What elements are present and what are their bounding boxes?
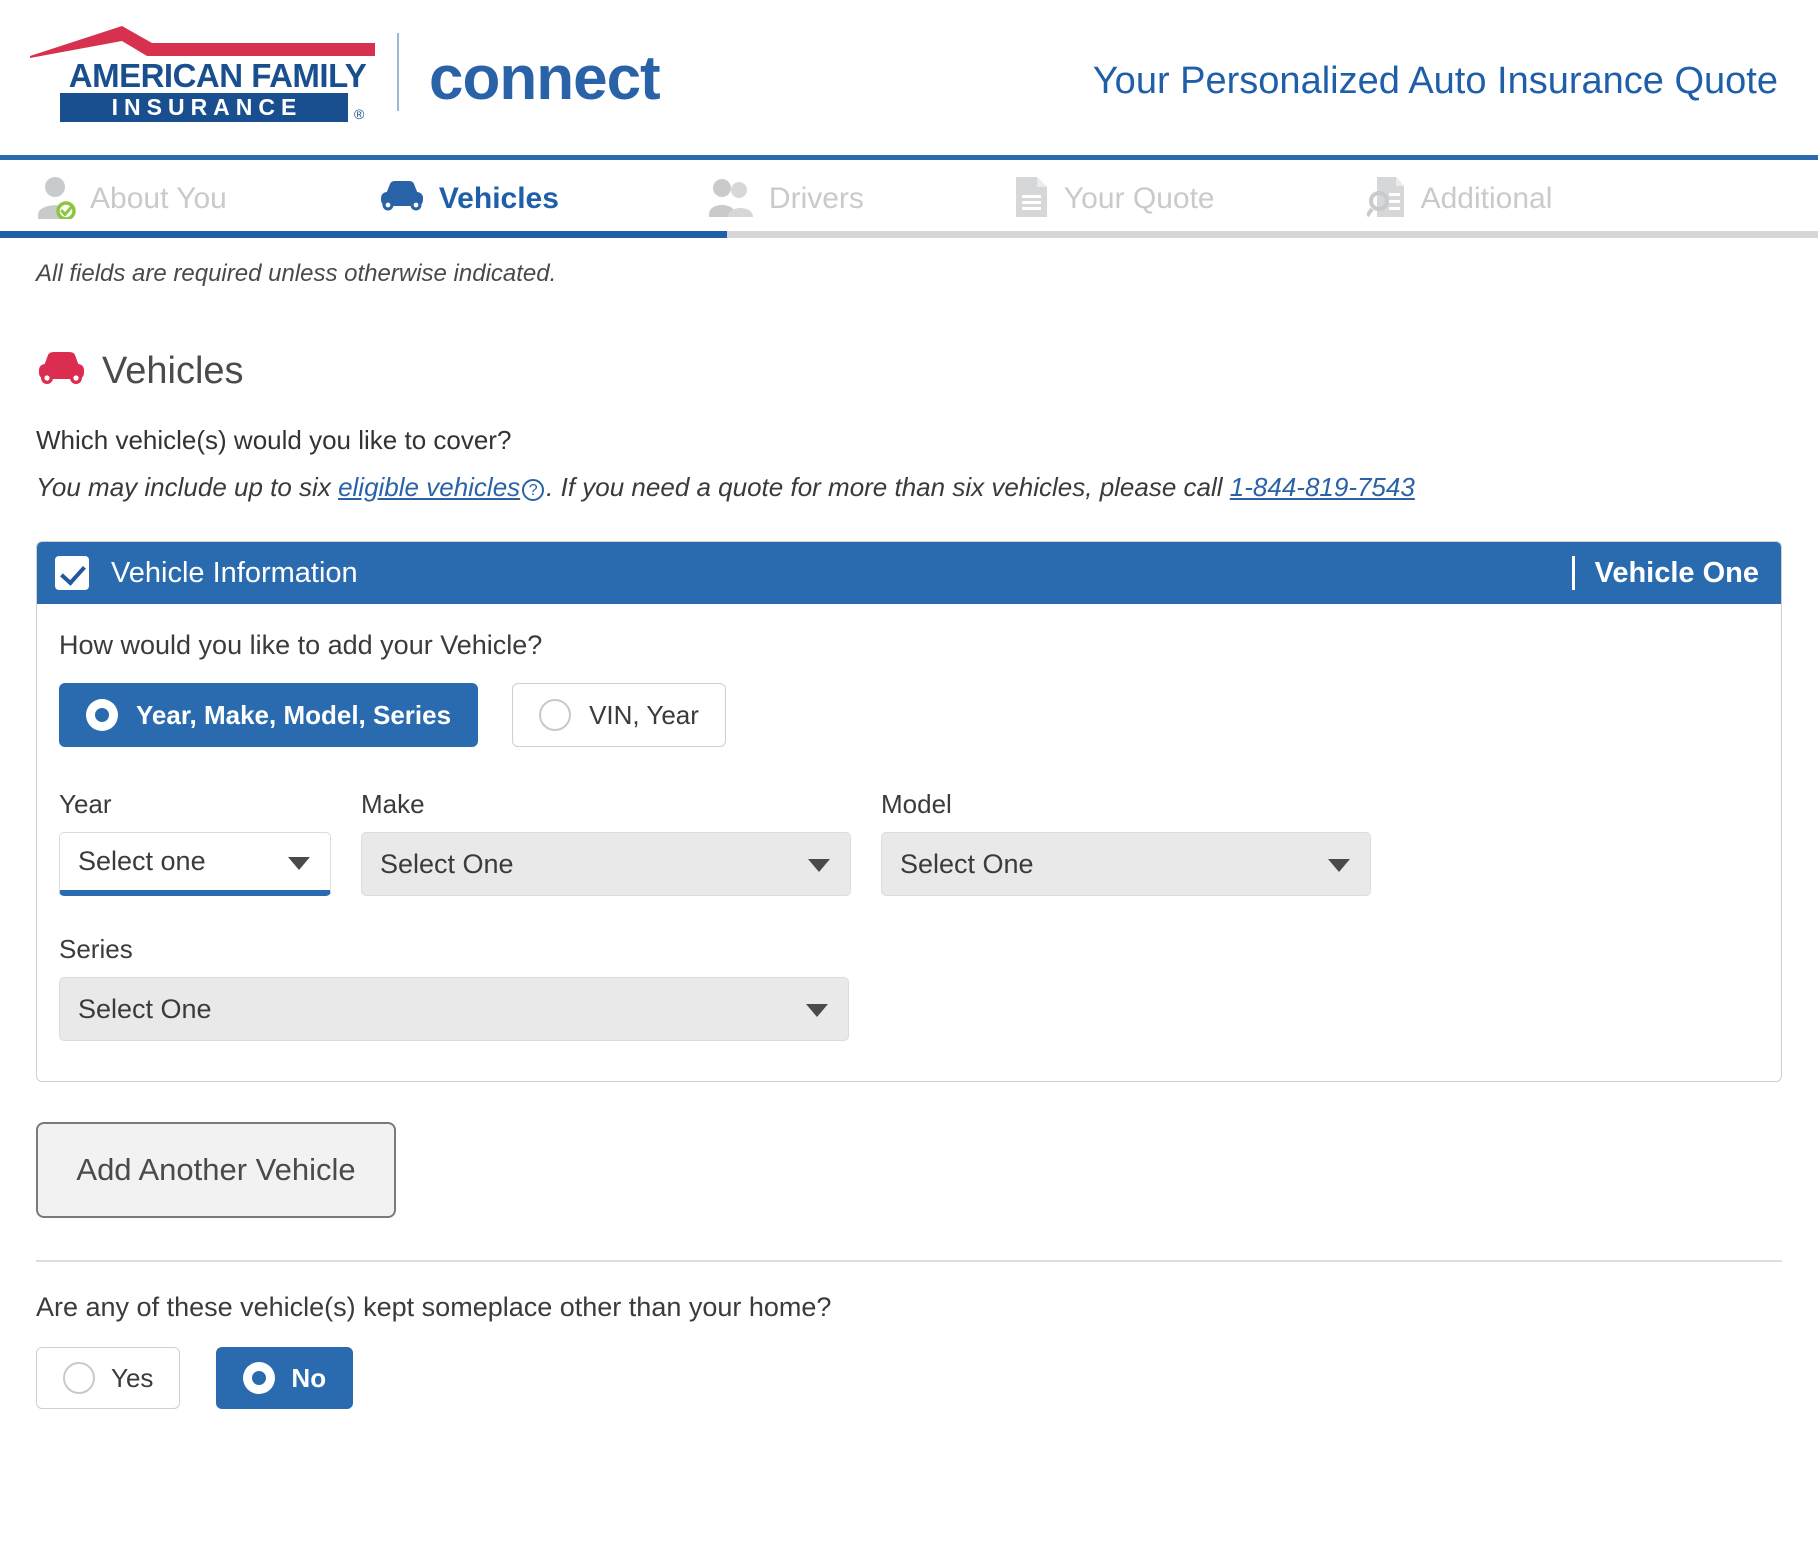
page-header: AMERICAN FAMILY INSURANCE ® connect Your… bbox=[0, 0, 1818, 160]
logo-company-name: AMERICAN FAMILY bbox=[60, 59, 375, 92]
add-method-radio-group: Year, Make, Model, Series VIN, Year bbox=[59, 683, 1759, 747]
tab-additional[interactable]: Additional bbox=[1364, 160, 1553, 238]
make-select[interactable]: Select One bbox=[361, 832, 851, 896]
radio-label-ymms: Year, Make, Model, Series bbox=[136, 699, 452, 730]
logo-divider bbox=[397, 33, 399, 111]
chevron-down-icon bbox=[288, 856, 310, 870]
series-select-value: Select One bbox=[78, 993, 212, 1024]
year-field-group: Year Select one bbox=[59, 789, 331, 896]
chevron-down-icon bbox=[808, 859, 830, 872]
logo-insurance-word: INSURANCE bbox=[60, 93, 348, 122]
tab-about-you[interactable]: About You bbox=[36, 160, 227, 238]
garaging-option-no[interactable]: No bbox=[216, 1347, 354, 1409]
subnote-text-before: You may include up to six bbox=[36, 472, 339, 502]
make-select-value: Select One bbox=[380, 848, 514, 879]
radio-indicator-icon bbox=[86, 699, 118, 731]
section-title: Vehicles bbox=[102, 350, 244, 392]
car-icon bbox=[36, 351, 86, 392]
radio-indicator-icon bbox=[243, 1362, 276, 1394]
year-label: Year bbox=[59, 789, 112, 819]
subnote-text-after: . If you need a quote for more than six … bbox=[546, 472, 1230, 502]
garaging-question: Are any of these vehicle(s) kept somepla… bbox=[36, 1292, 832, 1322]
tab-label-drivers: Drivers bbox=[768, 182, 864, 215]
page-title: Your Personalized Auto Insurance Quote bbox=[1092, 60, 1778, 102]
model-select[interactable]: Select One bbox=[881, 832, 1371, 896]
radio-year-make-model-series[interactable]: Year, Make, Model, Series bbox=[59, 683, 479, 747]
make-field-group: Make Select One bbox=[361, 789, 851, 896]
garaging-label-no: No bbox=[291, 1362, 327, 1393]
model-select-value: Select One bbox=[900, 848, 1034, 879]
tab-drivers[interactable]: Drivers bbox=[708, 160, 864, 238]
vehicle-card-header: Vehicle Information Vehicle One bbox=[37, 542, 1781, 604]
radio-vin-year[interactable]: VIN, Year bbox=[512, 683, 726, 747]
series-select[interactable]: Select One bbox=[59, 977, 849, 1041]
tab-vehicles[interactable]: Vehicles bbox=[379, 160, 559, 238]
garaging-label-yes: Yes bbox=[111, 1362, 154, 1393]
help-icon[interactable]: ? bbox=[522, 479, 545, 501]
chevron-down-icon bbox=[806, 1004, 828, 1017]
vehicle-card-body: How would you like to add your Vehicle? … bbox=[37, 604, 1781, 1081]
radio-indicator-icon bbox=[539, 699, 572, 731]
series-field-group: Series Select One bbox=[59, 934, 1759, 1041]
vehicle-card-header-right: Vehicle One bbox=[1571, 556, 1759, 590]
american-family-logo[interactable]: AMERICAN FAMILY INSURANCE ® bbox=[30, 22, 375, 122]
eligible-vehicles-note: You may include up to six eligible vehic… bbox=[36, 472, 1782, 503]
header-divider bbox=[1571, 556, 1575, 590]
person-icon bbox=[36, 175, 76, 224]
document-search-icon bbox=[1364, 175, 1407, 224]
vehicle-selects-row: Year Select one Make Select One Model Se… bbox=[59, 789, 1759, 896]
document-icon bbox=[1014, 175, 1050, 224]
vehicle-number-badge: Vehicle One bbox=[1594, 556, 1759, 589]
eligible-vehicles-link[interactable]: eligible vehicles bbox=[338, 472, 520, 502]
series-label: Series bbox=[59, 934, 133, 964]
year-select-value: Select one bbox=[78, 846, 206, 876]
connect-wordmark: connect bbox=[429, 44, 661, 113]
model-label: Model bbox=[881, 789, 952, 819]
section-divider bbox=[36, 1260, 1782, 1262]
registered-trademark-icon: ® bbox=[354, 106, 365, 122]
year-select[interactable]: Select one bbox=[59, 832, 331, 896]
add-another-vehicle-button[interactable]: Add Another Vehicle bbox=[36, 1122, 396, 1218]
model-field-group: Model Select One bbox=[881, 789, 1371, 896]
tab-label-about-you: About You bbox=[90, 182, 227, 215]
chevron-down-icon bbox=[1328, 859, 1350, 872]
car-icon bbox=[379, 180, 425, 219]
tab-label-vehicles: Vehicles bbox=[438, 182, 559, 215]
required-fields-note: All fields are required unless otherwise… bbox=[36, 260, 557, 287]
section-header: Vehicles bbox=[36, 350, 1782, 393]
section-question: Which vehicle(s) would you like to cover… bbox=[36, 425, 512, 455]
vehicle-card-title: Vehicle Information bbox=[111, 556, 358, 589]
phone-link[interactable]: 1-844-819-7543 bbox=[1230, 472, 1415, 502]
radio-label-vin-year: VIN, Year bbox=[589, 699, 699, 730]
page-content: All fields are required unless otherwise… bbox=[0, 260, 1818, 1409]
vehicle-complete-checkbox-icon[interactable] bbox=[55, 556, 89, 590]
add-method-question: How would you like to add your Vehicle? bbox=[59, 630, 543, 660]
tab-label-additional: Additional bbox=[1420, 182, 1553, 215]
brand-logo-group[interactable]: AMERICAN FAMILY INSURANCE ® connect bbox=[30, 22, 661, 122]
people-icon bbox=[708, 177, 755, 222]
garaging-radio-group: Yes No bbox=[36, 1347, 1782, 1409]
tab-your-quote[interactable]: Your Quote bbox=[1014, 160, 1215, 238]
garaging-option-yes[interactable]: Yes bbox=[36, 1347, 181, 1409]
vehicle-information-card: Vehicle Information Vehicle One How woul… bbox=[36, 541, 1782, 1082]
make-label: Make bbox=[361, 789, 425, 819]
radio-indicator-icon bbox=[63, 1362, 95, 1394]
progress-tabs: About You Vehicles Drivers Your Quote Ad… bbox=[0, 160, 1818, 238]
tab-label-your-quote: Your Quote bbox=[1063, 182, 1215, 215]
roof-shape-icon bbox=[30, 26, 375, 58]
tab-rail-active-indicator bbox=[0, 231, 727, 238]
